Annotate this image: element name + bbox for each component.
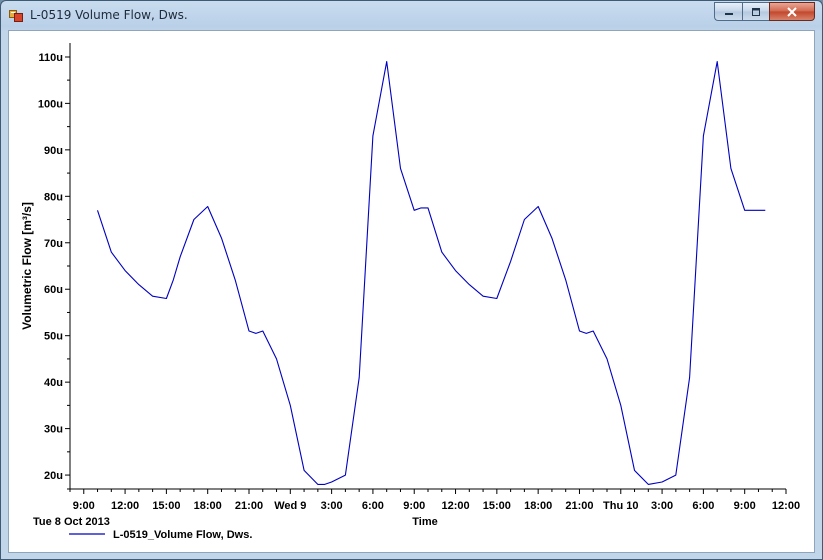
maximize-icon [752,7,760,16]
x-tick-label: 21:00 [565,500,593,512]
x-tick-label: 6:00 [362,500,384,512]
x-tick-label: 9:00 [734,500,756,512]
x-tick-label: 12:00 [441,500,469,512]
x-tick-label: 21:00 [235,500,263,512]
y-tick-label: 100u [38,98,63,110]
close-icon [787,6,797,17]
x-tick-label: 3:00 [321,500,343,512]
x-axis: 9:00 12:00 15:00 18:00 21:00 Wed 9 3:00 6:00 9:0… [69,489,800,512]
app-chart-icon[interactable] [9,8,23,22]
date-label: Tue 8 Oct 2013 [33,516,110,528]
window-title: L-0519 Volume Flow, Dws. [30,8,188,22]
x-tick-label: 12:00 [772,500,800,512]
y-tick-label: 110u [39,52,63,64]
legend-label: L-0519_Volume Flow, Dws. [113,529,252,541]
app-window: L-0519 Volume Flow, Dws. 20u 30u 40u 50u 60u… [0,0,823,560]
x-tick-label: 9:00 [403,500,425,512]
series-line [96,61,766,485]
y-tick-label: 60u [44,284,63,296]
y-tick-label: 70u [44,238,63,250]
x-tick-label: 12:00 [111,500,139,512]
legend[interactable]: L-0519_Volume Flow, Dws. [69,529,252,541]
x-tick-label: 6:00 [692,500,714,512]
x-tick-label: 3:00 [651,500,673,512]
y-tick-label: 80u [44,191,63,203]
y-tick-label: 40u [44,377,63,389]
x-tick-label: 18:00 [194,500,222,512]
x-tick-label: 15:00 [483,500,511,512]
y-tick-label: 30u [44,424,63,436]
y-tick-label: 90u [44,145,63,157]
minimize-icon [724,12,733,15]
x-tick-label: 15:00 [152,500,180,512]
x-tick-label: Thu 10 [603,500,638,512]
y-axis-label: Volumetric Flow [m³/s] [20,202,34,330]
y-tick-label: 20u [44,470,63,482]
maximize-button[interactable] [742,2,769,21]
chart-panel: 20u 30u 40u 50u 60u 70u 80u 90u 100u 110u 9:00 12:… [8,30,815,553]
x-tick-label: Wed 9 [274,500,306,512]
close-button[interactable] [769,2,815,21]
x-axis-label: Time [412,516,437,528]
y-tick-label: 50u [44,331,63,343]
series-layer [96,61,766,485]
y-axis: 20u 30u 40u 50u 60u 70u 80u 90u 100u 110u [38,52,70,490]
x-tick-label: 9:00 [73,500,95,512]
line-chart: 20u 30u 40u 50u 60u 70u 80u 90u 100u 110u 9:00 12:… [20,43,800,541]
x-tick-label: 18:00 [524,500,552,512]
title-bar[interactable]: L-0519 Volume Flow, Dws. [1,1,822,30]
minimize-button[interactable] [714,2,742,21]
